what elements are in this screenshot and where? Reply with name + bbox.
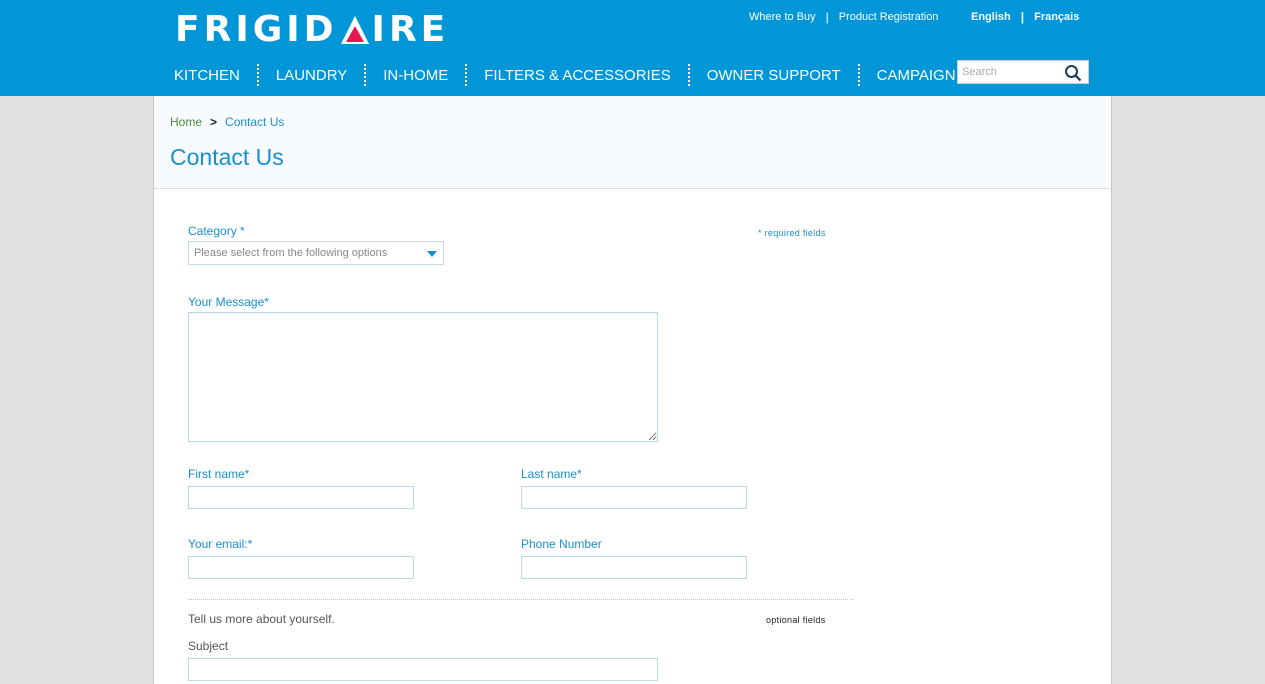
nav-laundry[interactable]: LAUNDRY (276, 67, 347, 84)
chevron-down-icon (427, 251, 437, 257)
phone-label: Phone Number (521, 537, 602, 551)
page-title: Contact Us (170, 144, 284, 170)
main-nav: KITCHEN LAUNDRY IN-HOME FILTERS & ACCESS… (174, 64, 956, 86)
separator: | (1020, 10, 1025, 24)
phone-field[interactable] (521, 556, 747, 579)
category-selected-value: Please select from the following options (194, 247, 388, 259)
where-to-buy-link[interactable]: Where to Buy (749, 11, 816, 23)
last-name-label: Last name* (521, 467, 582, 481)
language-francais[interactable]: Français (1034, 11, 1079, 23)
breadcrumb-separator: > (210, 115, 218, 129)
breadcrumb-current[interactable]: Contact Us (225, 115, 284, 129)
subject-label: Subject (188, 639, 229, 653)
email-label: Your email:* (188, 537, 253, 551)
breadcrumb: Home > Contact Us (170, 115, 284, 129)
frigidaire-logo[interactable]: FRIGID IRE (175, 12, 449, 48)
nav-kitchen[interactable]: KITCHEN (174, 67, 240, 84)
nav-in-home[interactable]: IN-HOME (383, 67, 448, 84)
last-name-field[interactable] (521, 486, 747, 509)
logo-text-left: FRIGID (175, 9, 338, 50)
separator: | (825, 10, 829, 24)
breadcrumb-home[interactable]: Home (170, 115, 202, 129)
search-icon[interactable] (1064, 64, 1082, 82)
subject-field[interactable] (188, 658, 658, 681)
site-header: FRIGID IRE Where to Buy | Product Regist… (0, 0, 1265, 96)
nav-owner-support[interactable]: OWNER SUPPORT (707, 67, 841, 84)
logo-triangle-icon (340, 14, 370, 46)
first-name-label: First name* (188, 467, 250, 481)
nav-campaign[interactable]: CAMPAIGN (877, 67, 956, 84)
utility-links: Where to Buy | Product Registration (749, 10, 938, 24)
message-textarea[interactable] (188, 312, 658, 442)
nav-divider (465, 64, 468, 86)
optional-fields-note: optional fields (766, 615, 826, 625)
category-label: Category * (188, 224, 245, 238)
required-fields-note: * required fields (758, 228, 826, 238)
language-english[interactable]: English (971, 11, 1011, 23)
language-switcher: English | Français (971, 10, 1079, 24)
category-select[interactable]: Please select from the following options (188, 241, 444, 265)
logo-text-right: IRE (371, 9, 450, 50)
message-label: Your Message* (188, 295, 269, 309)
section-divider (188, 599, 854, 600)
search-input[interactable] (958, 61, 1058, 83)
nav-filters-accessories[interactable]: FILTERS & ACCESSORIES (484, 67, 670, 84)
nav-divider (857, 64, 860, 86)
email-field[interactable] (188, 556, 414, 579)
first-name-field[interactable] (188, 486, 414, 509)
search-box (957, 60, 1089, 84)
product-registration-link[interactable]: Product Registration (839, 11, 939, 23)
page-header: Home > Contact Us Contact Us (154, 96, 1111, 189)
nav-divider (256, 64, 259, 86)
optional-intro: Tell us more about yourself. (188, 612, 335, 626)
nav-divider (687, 64, 690, 86)
nav-divider (364, 64, 367, 86)
content-page: Home > Contact Us Contact Us Category * … (153, 96, 1112, 684)
